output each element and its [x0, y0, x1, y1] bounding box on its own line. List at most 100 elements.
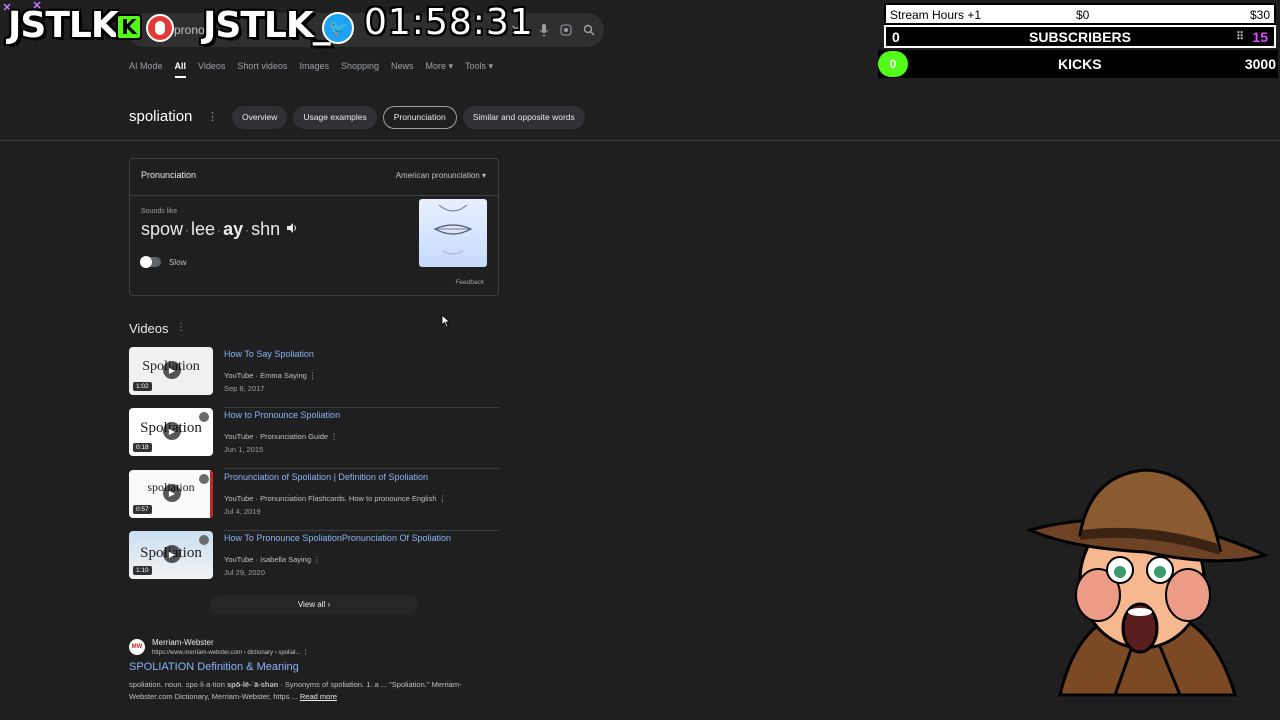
video-date: Jul 29, 2020	[224, 568, 265, 577]
videos-more-icon[interactable]: ⋮	[176, 322, 186, 333]
video-title-link[interactable]: How To Say Spoliation	[224, 349, 314, 359]
chip-pronunciation[interactable]: Pronunciation	[382, 106, 457, 129]
mouse-cursor-icon	[441, 314, 451, 328]
slow-toggle[interactable]	[140, 256, 161, 268]
pronunciation-card: Pronunciation American pronunciation ▾ S…	[129, 158, 499, 296]
share-icon	[199, 474, 209, 484]
more-options-icon[interactable]: ⋮	[207, 110, 218, 123]
pronunciation-variant-select[interactable]: American pronunciation ▾	[396, 171, 486, 180]
video-duration: 0:57	[133, 505, 152, 514]
video-more-icon[interactable]: ⋮	[313, 555, 321, 564]
kick-logo-icon: K	[116, 14, 142, 40]
tab-more[interactable]: More ▾	[426, 60, 454, 78]
grid-icon: ⠿	[1235, 31, 1244, 43]
videos-heading: Videos	[129, 321, 169, 336]
mic-icon[interactable]	[536, 22, 552, 38]
result-more-icon[interactable]: ⋮	[302, 650, 308, 656]
share-icon	[199, 535, 209, 545]
mouth-animation-image[interactable]	[419, 199, 487, 267]
play-icon[interactable]: ▶	[163, 422, 181, 440]
video-item[interactable]: Spoliation ▶ 1:02 How To Say Spoliation …	[129, 347, 499, 408]
record-icon	[146, 14, 174, 42]
goal-target: $30	[1249, 8, 1270, 22]
goal-current: $0	[1076, 8, 1090, 22]
slow-label: Slow	[169, 258, 187, 267]
video-title-link[interactable]: Pronunciation of Spoliation | Definition…	[224, 472, 428, 482]
word-chips: Overview Usage examples Pronunciation Si…	[232, 106, 585, 129]
feedback-link[interactable]: Feedback	[455, 279, 484, 286]
sounds-like-label: Sounds like	[141, 208, 178, 215]
video-duration: 1:02	[133, 382, 152, 391]
video-duration: 1:10	[133, 566, 152, 575]
goal-count: 0	[878, 51, 908, 77]
tab-shopping[interactable]: Shopping	[341, 60, 379, 78]
phonetic-spelling: spow · lee · ay · shn	[141, 219, 298, 240]
play-icon[interactable]: ▶	[163, 545, 181, 563]
play-icon[interactable]: ▶	[163, 484, 181, 502]
goal-count: 0	[892, 29, 900, 45]
brand-logo-left: JSTLK	[8, 5, 119, 46]
syllable: shn	[251, 219, 281, 239]
goal-target: 15	[1252, 29, 1268, 45]
tab-short-videos[interactable]: Short videos	[237, 60, 287, 78]
search-icon[interactable]	[581, 22, 597, 38]
brand-logo-right: JSTLK_	[203, 5, 331, 46]
goal-subscribers: 0 SUBSCRIBERS ⠿ 15	[884, 25, 1276, 48]
video-source: YouTube · Pronunciation Flashcards. How …	[224, 494, 447, 503]
chip-usage-examples[interactable]: Usage examples	[293, 106, 377, 129]
tab-news[interactable]: News	[391, 60, 414, 78]
video-thumbnail[interactable]: Spoliation ▶ 1:02	[129, 347, 213, 395]
search-tabs: AI Mode All Videos Short videos Images S…	[129, 60, 505, 78]
speaker-icon[interactable]	[286, 222, 298, 237]
goal-target: 3000	[1244, 56, 1276, 72]
video-divider	[224, 468, 499, 469]
view-all-button[interactable]: View all ›	[210, 595, 418, 615]
tab-all[interactable]: All	[174, 60, 187, 78]
result-snippet: spoliation. noun. spo·​li·​a·​tion spō-l…	[129, 680, 462, 701]
stream-timer: 01:58:31	[364, 2, 534, 43]
video-source: YouTube · Pronunciation Guide ⋮	[224, 432, 338, 441]
detective-mascot-image	[1025, 468, 1270, 697]
goal-kicks: 0 KICKS 3000	[878, 50, 1278, 78]
result-url[interactable]: https://www.merriam-webster.com › dictio…	[152, 649, 308, 656]
merriam-webster-logo: MW	[129, 639, 145, 655]
video-more-icon[interactable]: ⋮	[330, 432, 338, 441]
video-source: YouTube · Emma Saying ⋮	[224, 371, 317, 380]
video-title-link[interactable]: How to Pronounce Spoliation	[224, 410, 340, 420]
read-more-link[interactable]: Read more	[300, 692, 337, 701]
tab-videos[interactable]: Videos	[198, 60, 225, 78]
video-item[interactable]: Spoliation ▶ 0:18 How to Pronounce Spoli…	[129, 408, 499, 469]
pronunciation-heading: Pronunciation	[141, 170, 197, 180]
goal-label: SUBSCRIBERS	[1029, 29, 1131, 45]
video-date: Sep 8, 2017	[224, 384, 265, 393]
thumbnail-accent-bar	[210, 470, 213, 518]
video-source: YouTube · Isabella Saying ⋮	[224, 555, 321, 564]
tab-images[interactable]: Images	[299, 60, 329, 78]
tab-ai-mode[interactable]: AI Mode	[129, 60, 163, 78]
tab-tools[interactable]: Tools ▾	[465, 60, 493, 78]
header-divider	[0, 140, 1280, 141]
video-thumbnail[interactable]: spoliation ▶ 0:57	[129, 470, 213, 518]
video-title-link[interactable]: How To Pronounce SpoliationPronunciation…	[224, 533, 451, 543]
video-duration: 0:18	[133, 443, 152, 452]
video-item[interactable]: spoliation ▶ 0:57 Pronunciation of Spoli…	[129, 470, 499, 531]
syllable: spow	[141, 219, 184, 239]
video-more-icon[interactable]: ⋮	[439, 494, 447, 503]
result-site-name[interactable]: Merriam-Webster	[152, 638, 214, 647]
chip-overview[interactable]: Overview	[232, 106, 288, 129]
play-icon[interactable]: ▶	[163, 361, 181, 379]
syllable: lee	[191, 219, 216, 239]
share-icon	[199, 412, 209, 422]
video-date: Jul 4, 2019	[224, 507, 261, 516]
lens-icon[interactable]	[558, 22, 574, 38]
video-thumbnail[interactable]: Spoliation ▶ 0:18	[129, 408, 213, 456]
goal-label: KICKS	[1058, 56, 1102, 72]
result-title-link[interactable]: SPOLIATION Definition & Meaning	[129, 661, 299, 673]
video-more-icon[interactable]: ⋮	[309, 371, 317, 380]
card-divider	[130, 195, 498, 196]
video-date: Jun 1, 2015	[224, 445, 264, 454]
chip-similar-opposite[interactable]: Similar and opposite words	[462, 106, 585, 129]
video-item[interactable]: Spoliation ▶ 1:10 How To Pronounce Spoli…	[129, 531, 499, 592]
twitter-icon: 🐦	[322, 12, 354, 44]
video-thumbnail[interactable]: Spoliation ▶ 1:10	[129, 531, 213, 579]
